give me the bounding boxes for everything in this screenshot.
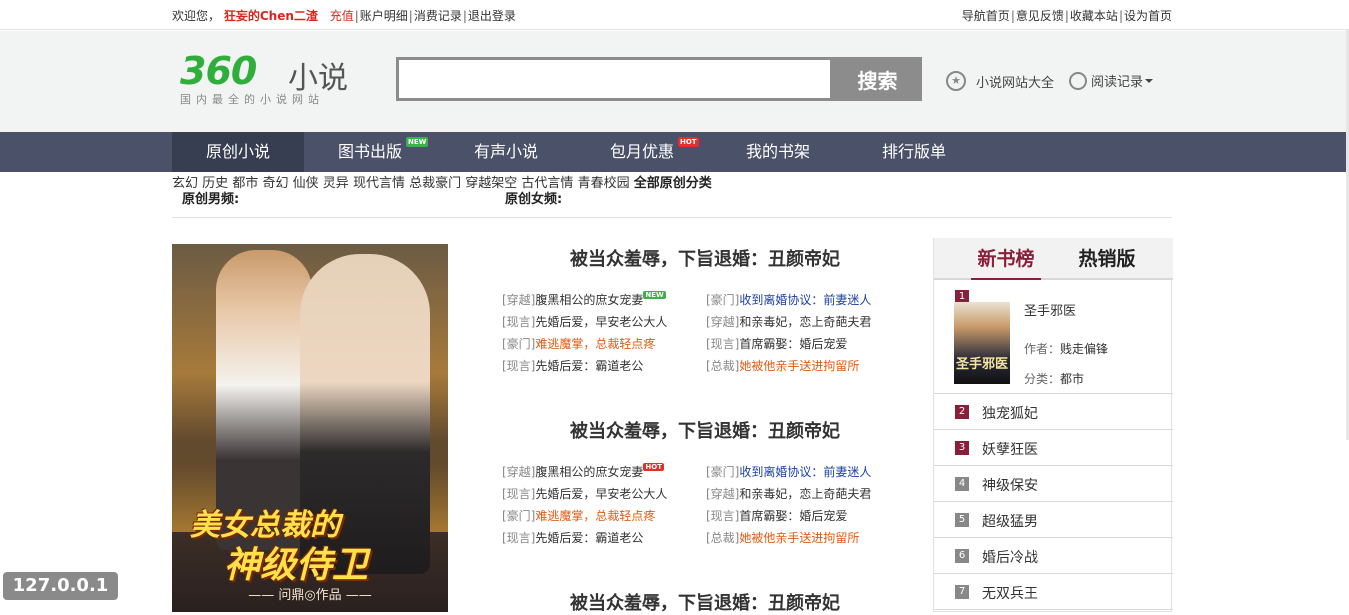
list-item[interactable]: [豪门]难逃魔掌，总裁轻点疼 xyxy=(502,335,655,352)
list-item[interactable]: [现言]先婚后爱，早安老公大人 xyxy=(502,485,667,502)
category-bar: 原创男频: 玄幻 历史 都市 奇幻 仙侠 灵异 原创女频: 现代言情 总裁豪门 … xyxy=(172,172,1172,218)
book-name: 圣手邪医 xyxy=(1024,304,1077,319)
history-clock-icon xyxy=(1069,71,1087,90)
logo-number: 360 xyxy=(180,49,257,93)
search-button[interactable]: 搜索 xyxy=(833,57,922,101)
new-badge: NEW xyxy=(406,137,429,147)
nav-item-monthly-label: 包月优惠 xyxy=(609,142,674,161)
list-item[interactable]: [现言]先婚后爱：霸道老公 xyxy=(502,357,643,374)
category-link[interactable]: 青春校园 xyxy=(578,176,630,191)
site-logo[interactable]: 360 小说 国内最全的小说网站 xyxy=(180,49,370,109)
list-item[interactable]: [现言]首席霸娶：婚后宠爱 xyxy=(706,335,847,352)
female-category-label: 原创女频: xyxy=(505,192,563,207)
ranking-item[interactable]: 3 妖孽狂医 xyxy=(934,430,1173,466)
category-link[interactable]: 灵异 xyxy=(323,176,349,191)
recharge-link[interactable]: 充值 xyxy=(330,9,354,23)
top-bar: 欢迎您， 狂妄的Chen二渣 充值|账户明细|消费记录|退出登录 导航首页|意见… xyxy=(0,0,1349,30)
ranking-top-item[interactable]: 1 圣手邪医 圣手邪医 作者：贱走偏锋 分类：都市 xyxy=(934,282,1173,394)
sites-directory-link[interactable]: ★ 小说网站大全 xyxy=(946,71,1054,91)
all-categories-link[interactable]: 全部原创分类 xyxy=(634,176,712,191)
star-icon: ★ xyxy=(946,71,966,91)
sites-directory-label: 小说网站大全 xyxy=(976,75,1055,91)
logout-link[interactable]: 退出登录 xyxy=(468,9,516,23)
bookmark-link[interactable]: 收藏本站 xyxy=(1070,9,1118,23)
ranking-item[interactable]: 5 超级猛男 xyxy=(934,502,1173,538)
category-link[interactable]: 奇幻 xyxy=(262,176,288,191)
search-input[interactable] xyxy=(396,57,833,101)
hot-badge: HOT xyxy=(678,137,699,147)
welcome-text: 欢迎您， xyxy=(172,9,221,23)
chevron-down-icon xyxy=(1145,78,1154,83)
list-item[interactable]: [总裁]她被他亲手送进拘留所 xyxy=(706,529,859,546)
list-item[interactable]: [穿越]和亲毒妃，恋上奇葩夫君 xyxy=(706,485,871,502)
account-link[interactable]: 账户明细 xyxy=(360,9,408,23)
list-item[interactable]: [穿越]和亲毒妃，恋上奇葩夫君 xyxy=(706,313,871,330)
ranking-item[interactable]: 2 独宠狐妃 xyxy=(934,394,1173,430)
book-thumbnail: 圣手邪医 xyxy=(954,302,1010,384)
list-item[interactable]: [豪门]难逃魔掌，总裁轻点疼 xyxy=(502,507,655,524)
nav-item-bookshelf[interactable]: 我的书架 xyxy=(712,132,844,172)
nav-item-rankings[interactable]: 排行版单 xyxy=(848,132,980,172)
cover-title-line2: 神级侍卫 xyxy=(224,545,369,586)
list-item[interactable]: [穿越]腹黑相公的庶女宠妻 NEW xyxy=(502,291,666,308)
ranking-item[interactable]: 6 婚后冷战 xyxy=(934,538,1173,574)
tab-best-sellers[interactable]: 热销版 xyxy=(1072,244,1142,278)
male-category-label: 原创男频: xyxy=(182,192,240,207)
username-link[interactable]: 狂妄的Chen二渣 xyxy=(224,9,318,23)
nav-item-books[interactable]: 图书出版 NEW xyxy=(304,132,436,172)
category-link[interactable]: 现代言情 xyxy=(353,176,405,191)
ip-overlay-badge: 127.0.0.1 xyxy=(3,572,118,600)
book-category: 分类：都市 xyxy=(1024,372,1085,386)
nav-item-books-label: 图书出版 xyxy=(337,142,402,161)
featured-book-cover[interactable]: 美女总裁的 神级侍卫 —— 问鼎◎作品 —— xyxy=(172,244,448,612)
nav-home-link[interactable]: 导航首页 xyxy=(962,9,1010,23)
category-link[interactable]: 仙侠 xyxy=(293,176,319,191)
list-item[interactable]: [总裁]她被他亲手送进拘留所 xyxy=(706,357,859,374)
reading-history-label: 阅读记录 xyxy=(1091,75,1144,90)
list-item[interactable]: [现言]先婚后爱：霸道老公 xyxy=(502,529,643,546)
ranking-item[interactable]: 7 无双兵王 xyxy=(934,574,1173,610)
tab-new-books[interactable]: 新书榜 xyxy=(971,244,1041,280)
category-link[interactable]: 总裁豪门 xyxy=(409,176,461,191)
user-links: 欢迎您， 狂妄的Chen二渣 充值|账户明细|消费记录|退出登录 xyxy=(172,9,516,23)
reading-history-link[interactable]: 阅读记录 xyxy=(1069,71,1154,90)
site-links: 导航首页|意见反馈|收藏本站|设为首页 xyxy=(961,9,1172,23)
new-badge: NEW xyxy=(643,291,666,299)
nav-item-original[interactable]: 原创小说 xyxy=(172,132,304,172)
ranking-panel: 新书榜 热销版 1 圣手邪医 圣手邪医 作者：贱走偏锋 分类：都市 2 独宠狐妃 … xyxy=(933,238,1173,612)
hot-badge: HOT xyxy=(643,463,664,471)
nav-item-audio[interactable]: 有声小说 xyxy=(440,132,572,172)
logo-slogan: 国内最全的小说网站 xyxy=(180,93,324,106)
list-item[interactable]: [豪门]收到离婚协议：前妻迷人 xyxy=(706,291,871,308)
block-title[interactable]: 被当众羞辱，下旨退婚：丑颜帝妃 xyxy=(500,589,910,615)
block-title[interactable]: 被当众羞辱，下旨退婚：丑颜帝妃 xyxy=(500,245,910,271)
consume-link[interactable]: 消费记录 xyxy=(414,9,462,23)
list-item[interactable]: [现言]先婚后爱，早安老公大人 xyxy=(502,313,667,330)
book-author: 作者：贱走偏锋 xyxy=(1024,342,1109,356)
feedback-link[interactable]: 意见反馈 xyxy=(1016,9,1064,23)
ranking-tabs: 新书榜 热销版 xyxy=(934,238,1173,280)
set-home-link[interactable]: 设为首页 xyxy=(1124,9,1172,23)
header: 360 小说 国内最全的小说网站 搜索 ★ 小说网站大全 阅读记录 xyxy=(0,31,1349,132)
list-item[interactable]: [穿越]腹黑相公的庶女宠妻 HOT xyxy=(502,463,664,480)
cover-author: —— 问鼎◎作品 —— xyxy=(248,588,372,603)
ranking-item[interactable]: 4 神级保安 xyxy=(934,466,1173,502)
nav-item-monthly[interactable]: 包月优惠 HOT xyxy=(576,132,708,172)
main-nav: 原创小说 图书出版 NEW 有声小说 包月优惠 HOT 我的书架 排行版单 xyxy=(0,132,1349,172)
block-title[interactable]: 被当众羞辱，下旨退婚：丑颜帝妃 xyxy=(500,417,910,443)
list-item[interactable]: [豪门]收到离婚协议：前妻迷人 xyxy=(706,463,871,480)
list-item[interactable]: [现言]首席霸娶：婚后宠爱 xyxy=(706,507,847,524)
